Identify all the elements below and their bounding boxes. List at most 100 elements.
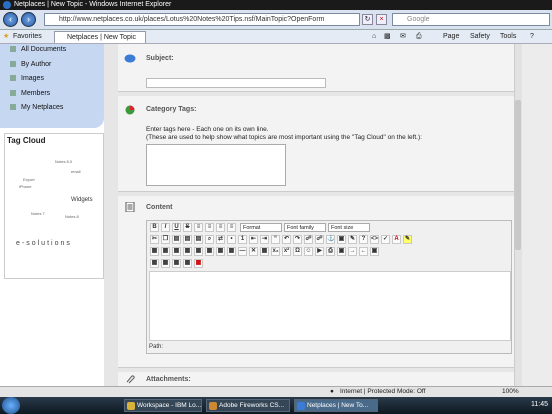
align-center-icon[interactable]: ≡ [205,223,214,232]
highlight-color-icon[interactable]: ✎ [403,235,412,244]
tag-link[interactable]: Notes 8 [65,214,79,219]
undo-icon[interactable]: ↶ [282,235,291,244]
text-color-icon[interactable]: A [392,235,401,244]
cleanup-icon[interactable]: ✎ [348,235,357,244]
sidebar-item-members[interactable]: Members [10,90,50,97]
refresh-icon[interactable]: ↻ [362,14,373,25]
tags-textarea[interactable] [146,144,286,186]
paste-word-icon[interactable]: ▤ [194,235,203,244]
replace-icon[interactable]: ⇄ [216,235,225,244]
merge-cells-icon[interactable]: ▦ [227,247,236,256]
styleprops-icon[interactable]: ▦ [194,259,203,268]
table-icon[interactable]: ▦ [150,247,159,256]
font-size-select[interactable]: Font size [327,223,370,232]
numbered-list-icon[interactable]: 1 [238,235,247,244]
delete-col-icon[interactable]: ▦ [216,247,225,256]
emoticon-icon[interactable]: ☺ [304,247,313,256]
stop-icon[interactable]: × [376,14,387,25]
fullscreen-icon[interactable]: ▣ [337,247,346,256]
move-forward-icon[interactable]: ▦ [161,259,170,268]
tag-link[interactable]: Notes 7 [31,211,45,216]
align-left-icon[interactable]: ≡ [194,223,203,232]
unlink-icon[interactable]: ☍ [315,235,324,244]
sidebar-item-my-netplaces[interactable]: My Netplaces [10,104,63,111]
move-backward-icon[interactable]: ▦ [172,259,181,268]
blockquote-icon[interactable]: “ [271,235,280,244]
tags-section: Category Tags: Enter tags here - Each on… [118,96,514,192]
print-editor-icon[interactable]: ⎙ [326,247,335,256]
zoom-level[interactable]: 100% [502,387,519,397]
font-family-select[interactable]: Font family [283,223,326,232]
visual-aid-icon[interactable]: ▦ [260,247,269,256]
row-props-icon[interactable]: ▦ [161,247,170,256]
tag-link[interactable]: Notes 8.0 [55,159,72,164]
find-icon[interactable]: ⌕ [205,235,214,244]
redo-icon[interactable]: ↷ [293,235,302,244]
outdent-icon[interactable]: ⇤ [249,235,258,244]
copy-icon[interactable]: ❐ [161,235,170,244]
align-right-icon[interactable]: ≡ [216,223,225,232]
browser-tab[interactable]: Netplaces | New Topic [54,31,146,43]
link-icon[interactable]: ☍ [304,235,313,244]
taskbar-item[interactable]: Adobe Fireworks CS... [206,399,290,412]
sidebar-item-all-documents[interactable]: All Documents [10,46,66,53]
rtl-icon[interactable]: ← [359,247,368,256]
tools-menu[interactable]: Tools [500,32,516,42]
insert-col-icon[interactable]: ▦ [205,247,214,256]
paste-text-icon[interactable]: ▤ [183,235,192,244]
format-select[interactable]: Format [239,223,282,232]
subject-input[interactable] [146,78,326,88]
strikethrough-button[interactable]: S [183,223,192,232]
paste-icon[interactable]: ▤ [172,235,181,244]
italic-button[interactable]: I [161,223,170,232]
media-icon[interactable]: ▶ [315,247,324,256]
special-char-icon[interactable]: Ω [293,247,302,256]
image-insert-icon[interactable]: ▣ [337,235,346,244]
feeds-icon[interactable]: ▩ [384,32,391,42]
print-icon[interactable]: ⎙ [416,32,422,42]
help-icon[interactable]: ? [530,32,534,42]
delete-row-icon[interactable]: ▦ [194,247,203,256]
bullet-list-icon[interactable]: • [227,235,236,244]
mail-icon[interactable]: ✉ [400,32,406,42]
home-icon[interactable]: ⌂ [372,32,376,42]
safety-menu[interactable]: Safety [470,32,490,42]
cut-icon[interactable]: ✂ [150,235,159,244]
page-menu[interactable]: Page [443,32,459,42]
layer-icon[interactable]: ▦ [150,259,159,268]
favorites-button[interactable]: Favorites [13,32,42,42]
preview-icon[interactable]: ▣ [370,247,379,256]
anchor-icon[interactable]: ⚓ [326,235,335,244]
hr-icon[interactable]: — [238,247,247,256]
indent-icon[interactable]: ⇥ [260,235,269,244]
scrollbar-thumb[interactable] [515,100,521,250]
cell-props-icon[interactable]: ▦ [172,247,181,256]
taskbar-item[interactable]: Workspace - IBM Lo... [124,399,202,412]
search-input[interactable]: Google [392,13,550,26]
forward-button[interactable]: › [21,12,36,27]
remove-format-icon[interactable]: ✕ [249,247,258,256]
subscript-icon[interactable]: x₂ [271,247,280,256]
sidebar-item-images[interactable]: Images [10,75,44,82]
underline-button[interactable]: U [172,223,181,232]
ltr-icon[interactable]: → [348,247,357,256]
tag-link[interactable]: email [71,169,81,174]
favorites-star-icon[interactable]: ★ [3,32,9,42]
tag-link[interactable]: iPhone [19,184,31,189]
tag-link[interactable]: Export [23,177,35,182]
editor-body[interactable] [149,271,511,341]
tag-link[interactable]: Widgets [71,197,93,203]
sidebar-item-by-author[interactable]: By Author [10,61,51,68]
insert-row-icon[interactable]: ▦ [183,247,192,256]
taskbar-item-active[interactable]: Netplaces | New To... [294,399,378,412]
spellcheck-icon[interactable]: ✓ [381,235,390,244]
bold-button[interactable]: B [150,223,159,232]
address-input[interactable]: http://www.netplaces.co.uk/places/Lotus%… [44,13,360,26]
back-button[interactable]: ‹ [3,12,18,27]
start-button[interactable] [2,397,20,414]
help-icon[interactable]: ? [359,235,368,244]
absolute-icon[interactable]: ▦ [183,259,192,268]
justify-icon[interactable]: ≡ [227,223,236,232]
superscript-icon[interactable]: x² [282,247,291,256]
html-icon[interactable]: <> [370,235,379,244]
